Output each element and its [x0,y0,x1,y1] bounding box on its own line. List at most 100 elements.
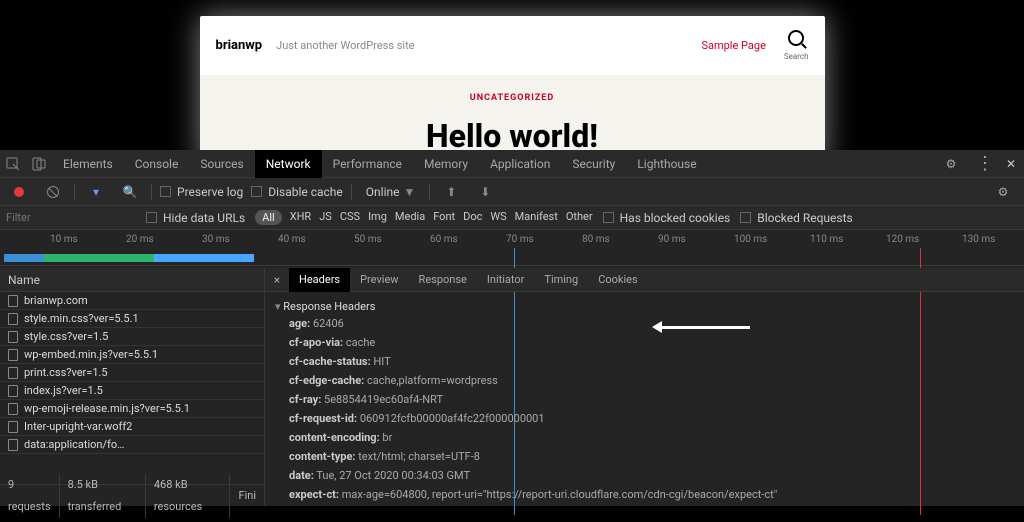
header-key: cf-ray: [289,393,321,406]
details-tab-response[interactable]: Response [409,268,477,292]
filter-input[interactable] [6,211,136,224]
pointer-icon [6,157,20,171]
filter-type-css[interactable]: CSS [340,210,360,225]
devtools-tab-bar: ElementsConsoleSourcesNetworkPerformance… [0,150,1024,178]
request-row[interactable]: print.css?ver=1.5 [0,364,264,382]
response-header: cf-cache-status: HIT [275,353,1014,372]
header-value: Tue, 27 Oct 2020 00:34:03 GMT [314,469,470,482]
response-header: date: Tue, 27 Oct 2020 00:34:03 GMT [275,467,1014,486]
filter-type-doc[interactable]: Doc [463,210,482,225]
details-tab-cookies[interactable]: Cookies [588,268,647,292]
search-button[interactable]: 🔍 [117,178,143,206]
filter-type-other[interactable]: Other [566,210,593,225]
timeline-tick: 20 ms [126,234,154,245]
devtools: ElementsConsoleSourcesNetworkPerformance… [0,150,1024,506]
header-key: cf-request-id: [289,412,357,425]
request-row[interactable]: wp-emoji-release.min.js?ver=5.5.1 [0,400,264,418]
tab-sources[interactable]: Sources [189,150,254,178]
request-row[interactable]: style.css?ver=1.5 [0,328,264,346]
request-name: wp-embed.min.js?ver=5.5.1 [24,346,158,364]
device-toggle-button[interactable] [26,150,52,178]
vertical-dots-icon: ⋮ [976,153,994,174]
header-key: expect-ct: [289,488,339,501]
filter-type-manifest[interactable]: Manifest [515,210,558,225]
filter-toggle-button[interactable]: ▾ [83,178,109,206]
request-row[interactable]: index.js?ver=1.5 [0,382,264,400]
request-row[interactable]: data:application/fo… [0,436,264,454]
filter-type-xhr[interactable]: XHR [290,210,312,225]
search-button[interactable]: Search [784,30,809,61]
has-blocked-cookies-label: Has blocked cookies [620,211,731,225]
response-header: content-type: text/html; charset=UTF-8 [275,448,1014,467]
checkbox-icon [251,186,262,197]
request-row[interactable]: brianwp.com [0,292,264,310]
more-button[interactable]: ⋮ [972,150,998,178]
download-har-button[interactable]: ⬇ [472,178,498,206]
element-selector-button[interactable] [0,150,26,178]
header-key: content-encoding: [289,431,380,444]
settings-button[interactable]: ⚙ [938,150,964,178]
post-category[interactable]: UNCATEGORIZED [200,93,825,103]
tab-application[interactable]: Application [479,150,561,178]
network-settings-button[interactable]: ⚙ [990,178,1016,206]
tab-performance[interactable]: Performance [322,150,413,178]
details-tab-bar: × HeadersPreviewResponseInitiatorTimingC… [265,268,1024,292]
checkbox-icon [740,212,751,223]
has-blocked-cookies-checkbox[interactable]: Has blocked cookies [603,211,731,225]
headers-panel: Response Headers age: 62406cf-apo-via: c… [265,292,1024,506]
header-value: text/html; charset=UTF-8 [355,450,479,463]
request-row[interactable]: wp-embed.min.js?ver=5.5.1 [0,346,264,364]
upload-har-button[interactable]: ⬆ [438,178,464,206]
filter-type-ws[interactable]: WS [490,210,506,225]
timeline-tick: 30 ms [202,234,230,245]
header-key: age: [289,317,310,330]
chevron-down-icon: ▼ [404,185,416,199]
header-value: cache [343,336,375,349]
filter-type-font[interactable]: Font [433,210,455,225]
timeline-tick: 100 ms [734,234,767,245]
filter-type-img[interactable]: Img [368,210,387,225]
checkbox-icon [146,212,157,223]
header-key: cf-edge-cache: [289,374,364,387]
tab-memory[interactable]: Memory [413,150,479,178]
throttling-dropdown[interactable]: Online▼ [360,185,422,199]
tab-console[interactable]: Console [124,150,190,178]
request-name: style.css?ver=1.5 [24,328,108,346]
sample-page-link[interactable]: Sample Page [701,39,765,52]
file-icon [8,367,18,379]
request-row[interactable]: Inter-upright-var.woff2 [0,418,264,436]
details-tab-initiator[interactable]: Initiator [477,268,535,292]
response-headers-section[interactable]: Response Headers [275,298,1014,315]
request-row[interactable]: style.min.css?ver=5.5.1 [0,310,264,328]
filter-type-media[interactable]: Media [395,210,425,225]
details-tab-timing[interactable]: Timing [534,268,588,292]
tab-security[interactable]: Security [561,150,626,178]
details-tab-headers[interactable]: Headers [289,268,350,292]
file-icon [8,403,18,415]
timeline-overview[interactable]: 10 ms20 ms30 ms40 ms50 ms60 ms70 ms80 ms… [0,230,1024,266]
close-details-button[interactable]: × [265,273,289,287]
timeline-tick: 130 ms [962,234,995,245]
details-tab-preview[interactable]: Preview [350,268,408,292]
close-devtools-button[interactable]: ✕ [998,150,1024,178]
tab-elements[interactable]: Elements [52,150,124,178]
preserve-log-checkbox[interactable]: Preserve log [160,185,243,199]
filter-type-all[interactable]: All [255,210,282,225]
file-icon [8,313,18,325]
site-title[interactable]: brianwp [216,38,263,53]
search-icon [788,30,804,46]
record-icon [14,187,24,197]
response-header: cf-request-id: 060912fcfb00000af4fc22f00… [275,410,1014,429]
clear-button[interactable] [40,178,66,206]
timeline-tick: 90 ms [658,234,686,245]
record-button[interactable] [6,178,32,206]
tab-network[interactable]: Network [255,150,322,178]
filter-type-js[interactable]: JS [319,210,332,225]
timeline-tick: 50 ms [354,234,382,245]
hide-data-urls-checkbox[interactable]: Hide data URLs [146,211,245,225]
disable-cache-checkbox[interactable]: Disable cache [251,185,343,199]
name-column-header[interactable]: Name [0,268,264,292]
blocked-requests-checkbox[interactable]: Blocked Requests [740,211,852,225]
tab-lighthouse[interactable]: Lighthouse [626,150,707,178]
wf-bar [154,254,254,262]
